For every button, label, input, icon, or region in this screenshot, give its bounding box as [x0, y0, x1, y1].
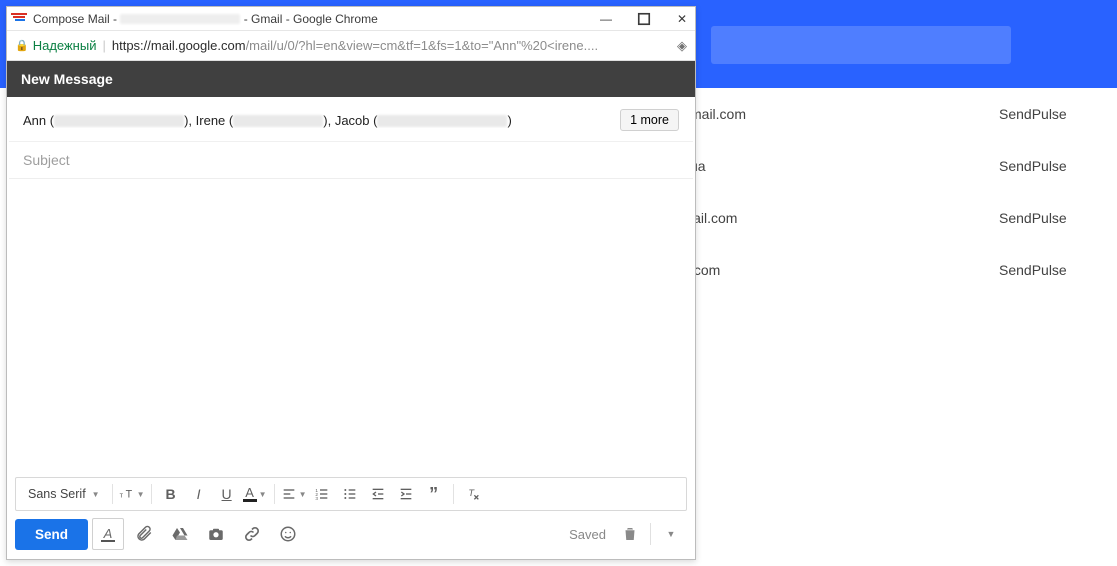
svg-text:T: T [468, 488, 475, 498]
numbered-list-button[interactable]: 123 [309, 481, 335, 507]
window-minimize-button[interactable]: — [599, 12, 613, 26]
view-site-info-icon[interactable]: ◈ [677, 38, 687, 54]
table-row[interactable]: iail.com SendPulse [690, 192, 1117, 244]
more-options-button[interactable]: ▼ [655, 518, 687, 550]
compose-header-label: New Message [21, 71, 113, 87]
cell-provider: SendPulse [999, 158, 1117, 174]
recipients-row[interactable]: Ann (), Irene (), Jacob () 1 more [9, 97, 693, 142]
table-row[interactable]: ua SendPulse [690, 140, 1117, 192]
gmail-icon [11, 13, 27, 25]
attach-file-button[interactable] [128, 518, 160, 550]
window-maximize-button[interactable] [637, 12, 651, 26]
compose-body-editor[interactable] [7, 179, 695, 477]
cell-domain: mail.com [690, 106, 999, 122]
font-size-button[interactable]: тT ▼ [119, 481, 145, 507]
window-title: Compose Mail - - Gmail - Google Chrome [33, 12, 599, 26]
cell-domain: ua [690, 158, 999, 174]
cell-provider: SendPulse [999, 106, 1117, 122]
insert-link-button[interactable] [236, 518, 268, 550]
table-row[interactable]: mail.com SendPulse [690, 88, 1117, 140]
formatting-toggle-button[interactable]: A [92, 518, 124, 550]
cell-provider: SendPulse [999, 262, 1117, 278]
recipients-text: Ann (), Irene (), Jacob () [23, 113, 620, 128]
url-domain: https://mail.google.com [112, 38, 246, 53]
more-recipients-button[interactable]: 1 more [620, 109, 679, 131]
cell-provider: SendPulse [999, 210, 1117, 226]
underline-button[interactable]: U [214, 481, 240, 507]
quote-button[interactable]: ” [421, 481, 447, 507]
saved-status: Saved [569, 527, 606, 542]
chevron-down-icon: ▼ [137, 490, 145, 499]
window-close-button[interactable]: ✕ [675, 12, 689, 26]
svg-text:т: т [119, 490, 123, 499]
window-titlebar: Compose Mail - - Gmail - Google Chrome —… [7, 7, 695, 31]
formatting-toolbar: Sans Serif ▼ тT ▼ B I U A ▼ ▼ 123 [15, 477, 687, 511]
chevron-down-icon: ▼ [259, 490, 267, 499]
background-search-box[interactable] [711, 26, 1011, 64]
insert-photo-button[interactable] [200, 518, 232, 550]
send-button[interactable]: Send [15, 519, 88, 550]
insert-drive-button[interactable] [164, 518, 196, 550]
cell-domain: iail.com [690, 210, 999, 226]
cell-domain: .com [690, 262, 999, 278]
chevron-down-icon: ▼ [667, 529, 676, 539]
chevron-down-icon: ▼ [299, 490, 307, 499]
bold-button[interactable]: B [158, 481, 184, 507]
indent-more-button[interactable] [393, 481, 419, 507]
indent-less-button[interactable] [365, 481, 391, 507]
chevron-down-icon: ▼ [92, 490, 100, 499]
compose-popup-window: Compose Mail - - Gmail - Google Chrome —… [6, 6, 696, 560]
svg-text:T: T [125, 488, 132, 500]
insert-emoji-button[interactable] [272, 518, 304, 550]
align-button[interactable]: ▼ [281, 481, 307, 507]
background-content: mail.com SendPulse ua SendPulse iail.com… [690, 88, 1117, 566]
secure-label: Надежный [33, 38, 97, 53]
italic-button[interactable]: I [186, 481, 212, 507]
table-row[interactable]: .com SendPulse [690, 244, 1117, 296]
compose-action-bar: Send A Saved ▼ [7, 515, 695, 559]
compose-header: New Message [7, 61, 695, 97]
browser-url-bar[interactable]: 🔒 Надежный | https://mail.google.com /ma… [7, 31, 695, 61]
svg-text:3: 3 [315, 496, 318, 501]
font-family-select[interactable]: Sans Serif ▼ [22, 487, 106, 501]
font-family-label: Sans Serif [28, 487, 86, 501]
url-path: /mail/u/0/?hl=en&view=cm&tf=1&fs=1&to="A… [246, 38, 671, 53]
text-color-button[interactable]: A ▼ [242, 481, 268, 507]
discard-draft-button[interactable] [614, 518, 646, 550]
subject-input[interactable] [23, 142, 679, 178]
lock-icon: 🔒 [15, 39, 29, 52]
bulleted-list-button[interactable] [337, 481, 363, 507]
subject-row [9, 142, 693, 179]
remove-formatting-button[interactable]: T [460, 481, 486, 507]
